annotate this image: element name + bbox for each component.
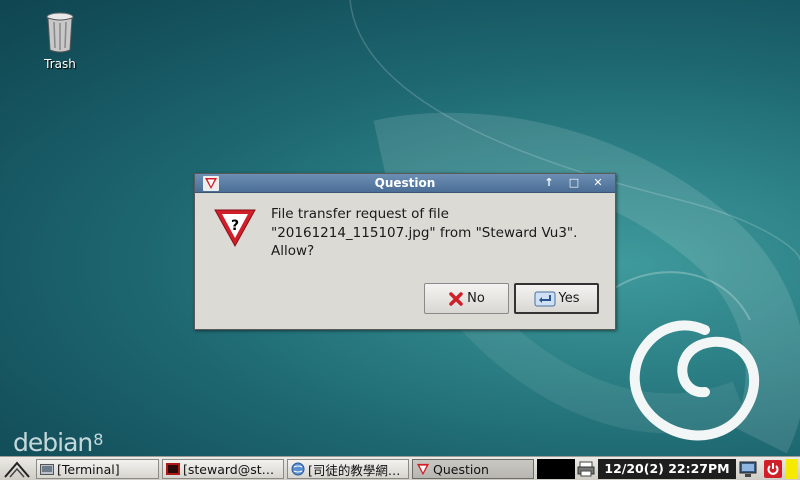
red-x-icon — [449, 291, 463, 306]
svg-text:?: ? — [231, 218, 239, 234]
taskbar-item-steward[interactable]: [steward@st… — [162, 459, 284, 479]
debian-logo-version: 8 — [93, 430, 103, 449]
printer-icon[interactable] — [577, 460, 595, 478]
start-menu-icon[interactable] — [2, 459, 32, 479]
yes-button[interactable]: Yes — [514, 283, 599, 314]
taskbar-item-label: Question — [433, 461, 489, 477]
network-monitor-icon[interactable] — [739, 460, 757, 478]
question-dialog: Question ↑ □ ✕ ? File transfer request o… — [194, 173, 616, 330]
dialog-titlebar[interactable]: Question ↑ □ ✕ — [195, 174, 615, 193]
yes-button-label: Yes — [558, 291, 580, 306]
taskbar: [Terminal] [steward@st… [司徒的教學網… Questio… — [0, 456, 800, 480]
enter-arrow-icon — [534, 291, 555, 306]
browser-icon — [291, 462, 305, 476]
pager-widget[interactable] — [537, 459, 575, 479]
trash-icon — [46, 12, 74, 53]
taskbar-item-label: [steward@st… — [183, 461, 275, 477]
maximize-button[interactable]: □ — [564, 175, 584, 191]
desktop-icon-label: Trash — [44, 57, 76, 71]
power-icon[interactable] — [764, 460, 782, 478]
warning-question-icon: ? — [214, 209, 256, 248]
debian-logo-text: debian — [13, 428, 93, 457]
debian-logo: debian8 — [13, 428, 103, 457]
no-button[interactable]: No — [424, 283, 509, 314]
folder-icon — [40, 464, 54, 475]
question-app-icon — [416, 463, 430, 475]
status-indicator — [786, 459, 798, 479]
desktop-icon-trash[interactable]: Trash — [34, 12, 86, 71]
dialog-message: File transfer request of file "20161214_… — [271, 206, 578, 259]
shade-button[interactable]: ↑ — [539, 175, 559, 191]
terminal-icon — [166, 463, 180, 475]
taskbar-item-question[interactable]: Question — [412, 459, 534, 479]
taskbar-item-label: [司徒的教學網… — [308, 462, 401, 478]
taskbar-item-terminal[interactable]: [Terminal] — [36, 459, 159, 479]
clock[interactable]: 12/20(2) 22:27PM — [598, 459, 736, 479]
close-button[interactable]: ✕ — [588, 175, 608, 191]
taskbar-item-label: [Terminal] — [57, 461, 120, 477]
taskbar-item-browser[interactable]: [司徒的教學網… — [287, 459, 409, 479]
no-button-label: No — [467, 291, 485, 306]
